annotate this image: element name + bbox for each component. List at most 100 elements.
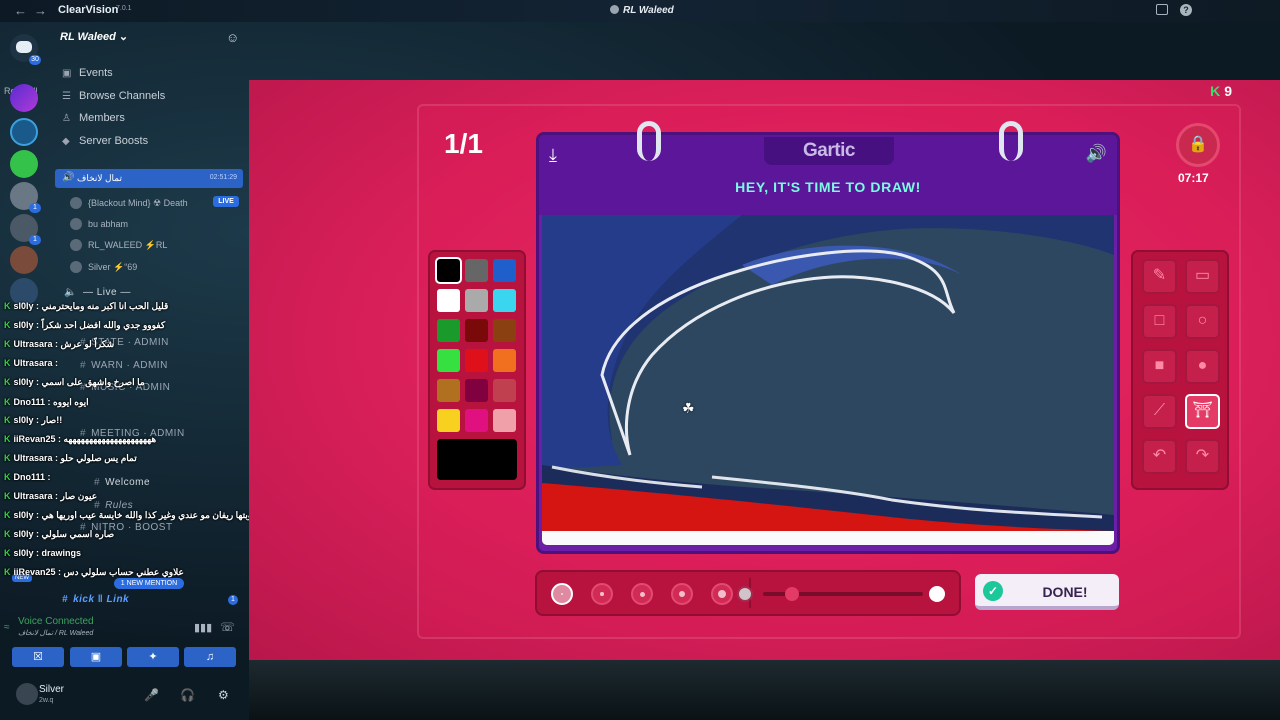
color-swatch[interactable]: [465, 349, 488, 372]
background-scenery: [249, 660, 1280, 720]
drawing-image: [542, 215, 1114, 545]
server-name-header[interactable]: RL Waleed ⌄: [60, 30, 128, 43]
done-button[interactable]: ✓ DONE!: [975, 574, 1119, 610]
color-swatch[interactable]: [437, 349, 460, 372]
brush-size-option[interactable]: [631, 583, 653, 605]
color-swatch[interactable]: [437, 409, 460, 432]
rectangle-outline-icon[interactable]: □: [1142, 304, 1177, 339]
menu-members[interactable]: ♙ Members: [62, 112, 125, 124]
color-swatch[interactable]: [437, 379, 460, 402]
server-icon-4[interactable]: 1: [10, 182, 41, 213]
undo-icon[interactable]: ↶: [1142, 439, 1177, 474]
voice-user[interactable]: {Blackout Mind} ☢ Death: [70, 197, 188, 209]
voice-user[interactable]: Silver ⚡“69: [70, 261, 137, 273]
category-live[interactable]: 🔈 — Live —: [64, 287, 131, 298]
color-swatch[interactable]: [493, 289, 516, 312]
channel-warn[interactable]: # WARN · ADMIN: [80, 360, 168, 371]
color-swatch[interactable]: [465, 409, 488, 432]
settings-gear-icon[interactable]: ⚙: [218, 688, 229, 702]
opacity-knob[interactable]: [784, 587, 799, 601]
drawing-canvas[interactable]: [542, 215, 1114, 545]
color-swatch[interactable]: [437, 289, 460, 312]
color-swatch[interactable]: [493, 409, 516, 432]
avatar[interactable]: [16, 683, 38, 705]
color-swatch[interactable]: [493, 319, 516, 342]
voice-user[interactable]: bu abham: [70, 218, 128, 230]
back-arrow-icon[interactable]: ←: [14, 3, 27, 18]
voice-connection-panel[interactable]: Voice Connected تمال لانخاف / RL Waleed: [18, 616, 94, 637]
chat-message: Ksl0ly : لا ماروبتها ريفان مو عندي وغير …: [4, 510, 272, 521]
drawing-card: Gartic ⤓ 🔊 HEY, IT'S TIME TO DRAW!: [536, 121, 1120, 554]
coins-counter: K9: [1210, 83, 1232, 99]
brush-size-option[interactable]: [671, 583, 693, 605]
server-icon-1[interactable]: [10, 84, 38, 112]
menu-server-boosts[interactable]: ◆ Server Boosts: [62, 135, 148, 147]
channel-label: Welcome: [105, 477, 151, 488]
hash-icon: #: [62, 594, 69, 605]
chat-separator: :: [45, 472, 51, 482]
rectangle-fill-icon[interactable]: ■: [1142, 349, 1177, 384]
ellipse-outline-icon[interactable]: ○: [1185, 304, 1220, 339]
headphones-icon[interactable]: 🎧: [180, 688, 195, 702]
voice-user[interactable]: RL_WALEED ⚡RL: [70, 239, 167, 251]
server-icon-5[interactable]: 1: [10, 214, 41, 245]
line-icon[interactable]: ⟋: [1142, 394, 1177, 429]
binder-ring: [999, 121, 1023, 161]
forward-arrow-icon[interactable]: →: [34, 3, 47, 18]
chat-separator: :: [33, 510, 42, 520]
inbox-icon[interactable]: [1156, 4, 1168, 15]
chat-text: شكراً لو عرش: [60, 339, 115, 349]
speaker-icon[interactable]: 🔊: [1086, 144, 1107, 164]
chat-separator: :: [52, 358, 59, 368]
brush-size-option[interactable]: [591, 583, 613, 605]
eraser-icon[interactable]: ▭: [1185, 259, 1220, 294]
server-icon-3[interactable]: [10, 150, 38, 178]
color-swatch[interactable]: [493, 349, 516, 372]
menu-browse-channels[interactable]: ☰ Browse Channels: [62, 90, 165, 102]
brush-size-option[interactable]: [711, 583, 733, 605]
color-swatch[interactable]: [493, 259, 516, 282]
chat-text: علاوي عطني حساب سلولي دس: [63, 567, 184, 577]
channel-kick-link[interactable]: # kick ‖ Link: [62, 594, 129, 605]
color-swatch[interactable]: [435, 257, 462, 284]
lock-icon[interactable]: 🔒: [1176, 123, 1220, 167]
color-swatch[interactable]: [465, 319, 488, 342]
color-swatch[interactable]: [465, 259, 488, 282]
soundboard-button[interactable]: ♫: [184, 647, 236, 667]
microphone-icon[interactable]: 🎤: [144, 688, 159, 702]
home-discord-icon[interactable]: 30: [10, 34, 41, 65]
opacity-slider[interactable]: [737, 586, 945, 602]
screen-share-button[interactable]: ▣: [70, 647, 122, 667]
color-swatch[interactable]: [437, 319, 460, 342]
disconnect-icon[interactable]: ☏: [220, 620, 235, 634]
color-swatch[interactable]: [493, 379, 516, 402]
chat-username: sl0ly: [13, 415, 34, 425]
server-icon-6[interactable]: [10, 246, 38, 274]
brush-size-option[interactable]: [551, 583, 573, 605]
help-icon[interactable]: ?: [1180, 4, 1192, 16]
kick-icon: K: [4, 397, 11, 407]
camera-off-button[interactable]: ☒: [12, 647, 64, 667]
menu-events[interactable]: ▣ Events: [62, 67, 113, 79]
kick-icon: K: [4, 415, 11, 425]
chat-text: عيون صار: [60, 491, 98, 501]
server-icon-2[interactable]: [10, 118, 38, 146]
channel-welcome[interactable]: # Welcome: [94, 477, 150, 488]
signal-icon[interactable]: ≈: [4, 622, 10, 633]
menu-label: Server Boosts: [79, 135, 149, 147]
color-swatch[interactable]: [465, 379, 488, 402]
ellipse-fill-icon[interactable]: ●: [1185, 349, 1220, 384]
activities-button[interactable]: ✦: [127, 647, 179, 667]
new-mention-pill[interactable]: 1 NEW MENTION: [114, 578, 184, 589]
kick-icon: K: [4, 339, 11, 349]
unread-badge: 1: [228, 595, 238, 605]
color-swatch[interactable]: [465, 289, 488, 312]
pencil-icon[interactable]: ✎: [1142, 259, 1177, 294]
kick-icon: K: [4, 491, 11, 501]
invite-people-icon[interactable]: ☺: [226, 30, 239, 45]
redo-icon[interactable]: ↷: [1185, 439, 1220, 474]
voice-channel-active[interactable]: 🔊 تمال لانخاف 02:51:29: [55, 169, 243, 188]
bucket-fill-icon[interactable]: ⛩: [1185, 394, 1220, 429]
noise-suppression-icon[interactable]: ▮▮▮: [194, 621, 212, 634]
download-icon[interactable]: ⤓: [549, 145, 557, 166]
